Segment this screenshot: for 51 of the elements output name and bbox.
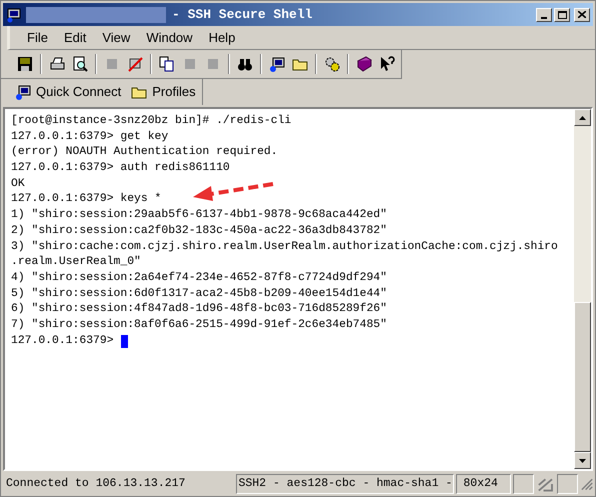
terminal-line: 1) "shiro:session:29aab5f6-6137-4bb1-9878-9c68aca442ed" bbox=[11, 208, 387, 224]
quick-connect-button[interactable]: Quick Connect bbox=[15, 82, 122, 102]
terminal-line: [root@instance-3snz20bz bin]# ./redis-cli bbox=[11, 114, 292, 129]
scrollbar[interactable] bbox=[574, 109, 591, 469]
terminal-line: OK bbox=[11, 176, 25, 192]
terminal-line: 5) "shiro:session:6d0f1317-aca2-45b8-b209-40ee154d1e44" bbox=[11, 286, 387, 302]
terminal-icon bbox=[6, 6, 22, 22]
terminal-area[interactable] bbox=[5, 109, 574, 469]
save-icon[interactable] bbox=[17, 56, 33, 72]
down-arrow-icon bbox=[579, 458, 586, 462]
menu-item[interactable]: File bbox=[20, 28, 55, 48]
computer-icon bbox=[15, 84, 31, 100]
terminal-line: 6) "shiro:session:4f847ad8-1d96-48f8-bc03-716d85289f26" bbox=[11, 302, 387, 318]
window-title: - SSH Secure Shell bbox=[172, 6, 312, 24]
terminal-line: 3) "shiro:cache:com.cjzj.shiro.realm.UserRealm.authorizationCache:com.cjzj.shiro bbox=[11, 240, 558, 254]
maximize-button[interactable] bbox=[554, 8, 570, 22]
terminal-line: 127.0.0.1:6379> keys * bbox=[11, 192, 162, 208]
terminal-line: 127.0.0.1:6379> get key bbox=[11, 130, 168, 145]
close-icon bbox=[578, 11, 586, 18]
terminal-line: 4) "shiro:session:2a64ef74-234e-4652-87f8-c7724d9df294" bbox=[11, 270, 387, 286]
copy-icon[interactable] bbox=[159, 56, 175, 72]
minimize-button[interactable] bbox=[536, 8, 552, 22]
scroll-up-button[interactable] bbox=[574, 109, 591, 126]
terminal-line: 2) "shiro:session:ca2f0b32-183c-450a-ac22-36a3db843782" bbox=[11, 224, 387, 239]
disconnect-icon[interactable] bbox=[127, 56, 143, 72]
menu-item[interactable]: Edit bbox=[56, 28, 94, 48]
terminal-size: 80x24 bbox=[456, 474, 512, 494]
magnifier-page-icon[interactable] bbox=[72, 56, 88, 72]
gears-icon[interactable] bbox=[324, 56, 340, 72]
terminal-line: 7) "shiro:session:8af0f6a6-2515-499d-91ef-2c6e34eb7485" bbox=[11, 318, 387, 333]
menu-item[interactable]: Window bbox=[139, 28, 200, 48]
menu-item[interactable]: Help bbox=[202, 28, 242, 48]
menu-item[interactable]: View bbox=[95, 28, 138, 48]
resize-grip-icon bbox=[580, 476, 593, 490]
terminal-line: 127.0.0.1:6379> bbox=[11, 334, 114, 349]
profiles-button[interactable]: Profiles bbox=[131, 82, 196, 102]
printer-icon[interactable] bbox=[49, 56, 65, 72]
connection-status: Connected to 106.13.13.217 bbox=[5, 476, 186, 492]
up-arrow-icon bbox=[579, 116, 586, 120]
terminal-line: 127.0.0.1:6379> auth redis861110 bbox=[11, 161, 230, 176]
help-pointer-icon[interactable] bbox=[379, 56, 395, 72]
terminal-line: .realm.UserRealm_0" bbox=[11, 255, 141, 270]
cipher-status: SSH2 - aes128-cbc - hmac-sha1 - bbox=[236, 474, 454, 494]
close-button[interactable] bbox=[574, 8, 590, 22]
terminal-line: (error) NOAUTH Authentication required. bbox=[11, 145, 278, 160]
scroll-down-button[interactable] bbox=[574, 452, 591, 469]
computer-icon[interactable] bbox=[269, 56, 285, 72]
status-panel bbox=[513, 474, 534, 494]
status-panel bbox=[557, 474, 578, 494]
binoculars-icon[interactable] bbox=[237, 56, 253, 72]
scroll-thumb[interactable] bbox=[574, 302, 591, 452]
